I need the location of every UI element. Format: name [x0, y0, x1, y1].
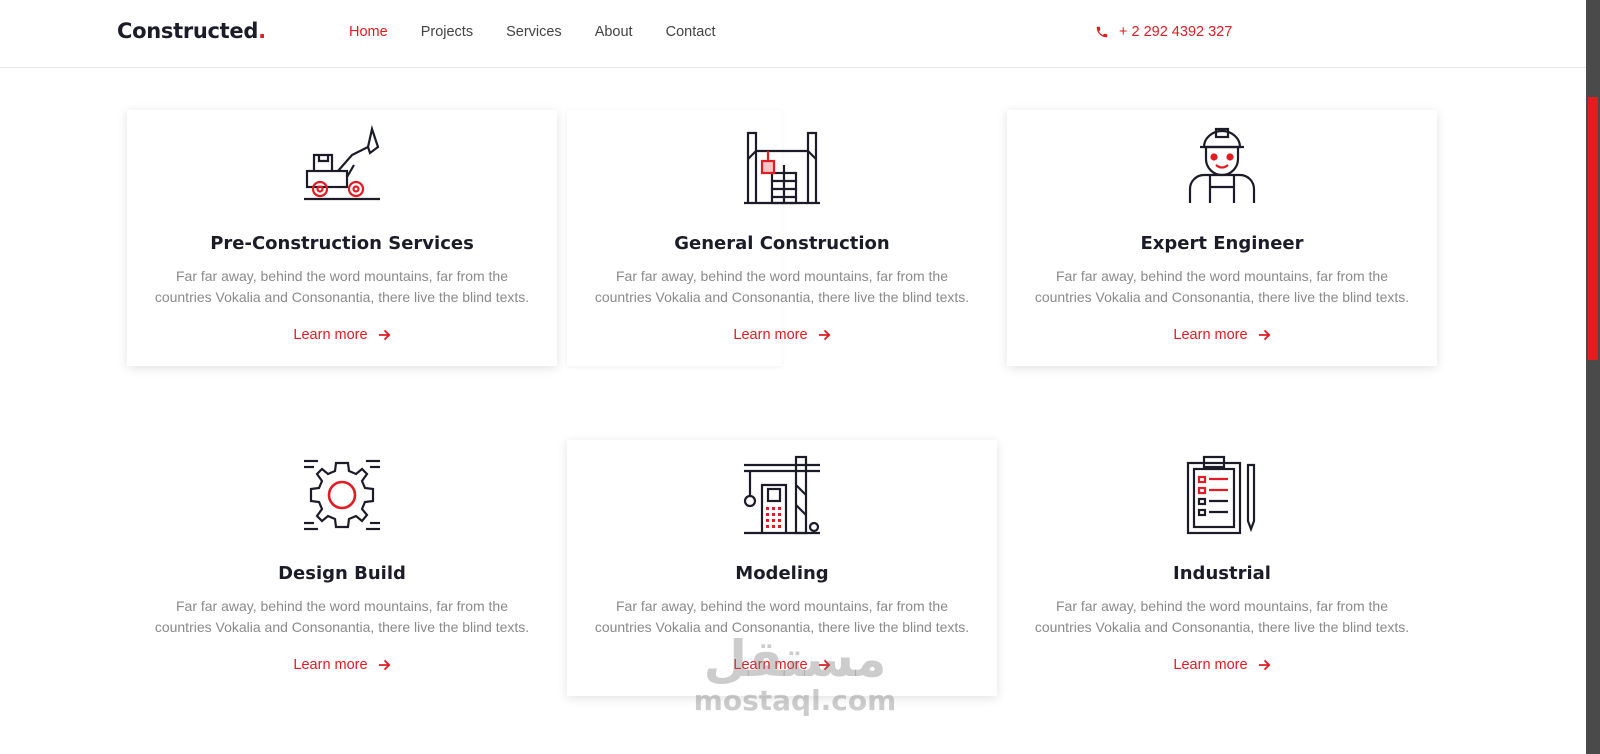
card-description: Far far away, behind the word mountains,…	[1034, 268, 1410, 305]
card-title: Modeling	[735, 563, 829, 584]
arrow-right-icon	[1258, 329, 1271, 341]
watermark-latin: mostaql.com	[693, 684, 897, 717]
watermark-arabic: مستقل	[703, 630, 887, 688]
learn-more-label: Learn more	[293, 657, 368, 673]
arrow-right-icon	[378, 329, 391, 341]
learn-more-link[interactable]: Learn more	[567, 327, 997, 343]
gear-icon	[304, 459, 380, 531]
logo-dot: .	[258, 19, 266, 43]
card-description: Far far away, behind the word mountains,…	[1034, 598, 1410, 635]
learn-more-label: Learn more	[1173, 327, 1248, 343]
crane-building-icon	[744, 131, 820, 205]
learn-more-link[interactable]: Learn more	[127, 327, 557, 343]
clipboard-icon	[1186, 455, 1256, 535]
nav-contact[interactable]: Contact	[666, 24, 716, 40]
learn-more-link[interactable]: Learn more	[127, 657, 557, 673]
learn-more-label: Learn more	[293, 327, 368, 343]
scrollbar-track[interactable]	[1586, 0, 1600, 754]
service-card-general-construction: General Construction Far far away, behin…	[567, 110, 997, 366]
nav-services[interactable]: Services	[506, 24, 562, 40]
arrow-right-icon	[1258, 659, 1271, 671]
nav-about[interactable]: About	[595, 24, 633, 40]
excavator-icon	[304, 125, 380, 201]
learn-more-link[interactable]: Learn more	[1007, 327, 1437, 343]
service-card-design-build: Design Build Far far away, behind the wo…	[127, 440, 557, 696]
service-card-expert-engineer: Expert Engineer Far far away, behind the…	[1007, 110, 1437, 366]
nav-projects[interactable]: Projects	[421, 24, 473, 40]
service-card-industrial: Industrial Far far away, behind the word…	[1007, 440, 1437, 696]
watermark: مستقل mostaql.com	[690, 630, 900, 718]
card-description: Far far away, behind the word mountains,…	[154, 268, 530, 305]
card-title: Expert Engineer	[1140, 233, 1304, 254]
site-logo[interactable]: Constructed.	[117, 19, 266, 43]
card-title: Design Build	[278, 563, 406, 584]
learn-more-label: Learn more	[1173, 657, 1248, 673]
main-nav: Home Projects Services About Contact	[349, 24, 749, 40]
learn-more-label: Learn more	[733, 327, 808, 343]
phone-icon	[1096, 26, 1108, 38]
site-header: Constructed. Home Projects Services Abou…	[0, 0, 1586, 68]
scrollbar-thumb[interactable]	[1588, 97, 1598, 360]
card-title: Industrial	[1173, 563, 1271, 584]
phone-number: + 2 292 4392 327	[1119, 24, 1233, 40]
card-title: General Construction	[674, 233, 890, 254]
card-title: Pre-Construction Services	[210, 233, 474, 254]
card-description: Far far away, behind the word mountains,…	[594, 268, 970, 305]
phone-contact[interactable]: + 2 292 4392 327	[1095, 24, 1232, 40]
learn-more-link[interactable]: Learn more	[1007, 657, 1437, 673]
tower-crane-icon	[743, 455, 820, 535]
engineer-icon	[1188, 127, 1256, 203]
service-card-pre-construction: Pre-Construction Services Far far away, …	[127, 110, 557, 366]
arrow-right-icon	[378, 659, 391, 671]
logo-text: Constructed	[117, 19, 259, 43]
nav-home[interactable]: Home	[349, 24, 388, 40]
card-description: Far far away, behind the word mountains,…	[154, 598, 530, 635]
arrow-right-icon	[818, 329, 831, 341]
